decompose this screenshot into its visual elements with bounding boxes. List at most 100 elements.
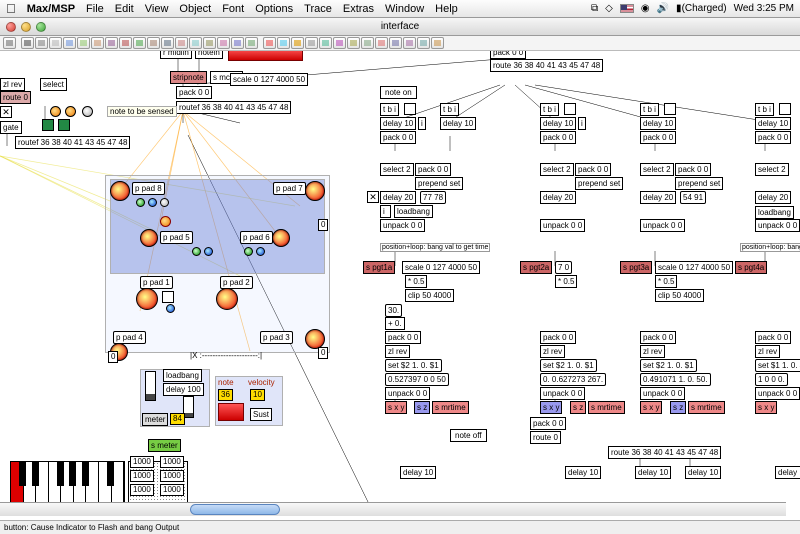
apple-menu[interactable]:  bbox=[6, 1, 16, 16]
tool-bang-icon[interactable] bbox=[63, 37, 76, 49]
pad8-i3[interactable] bbox=[160, 198, 169, 207]
c3-long[interactable]: 0.491071 1. 0. 50. bbox=[640, 373, 711, 386]
c3-set[interactable]: set $2 1. 0. $1 bbox=[640, 359, 697, 372]
pad5-i1[interactable] bbox=[192, 247, 201, 256]
window-titlebar[interactable]: interface bbox=[0, 18, 800, 36]
c3-tog[interactable] bbox=[664, 103, 676, 115]
window-close-button[interactable] bbox=[6, 22, 16, 32]
ms-n4[interactable]: 1000 bbox=[160, 470, 184, 482]
c1-unp[interactable]: unpack 0 0 bbox=[380, 219, 425, 232]
c4-delay20[interactable]: delay 20 bbox=[755, 191, 791, 204]
c4-pack[interactable]: pack 0 0 bbox=[755, 131, 791, 144]
c3-delay10[interactable]: delay 10 bbox=[640, 117, 676, 130]
pad1-i1[interactable] bbox=[166, 304, 175, 313]
noff-d5[interactable]: delay 10 bbox=[775, 466, 800, 479]
pad6-bang[interactable] bbox=[272, 229, 290, 247]
tool-scope-icon[interactable] bbox=[217, 37, 230, 49]
airport-icon[interactable]: ◇ bbox=[605, 3, 613, 14]
c1-tbi[interactable]: t b i bbox=[380, 103, 399, 116]
ms-n1[interactable]: 1000 bbox=[130, 456, 154, 468]
obj-zlrev-a[interactable]: zl rev bbox=[0, 78, 25, 91]
displays-icon[interactable]: ◉ bbox=[641, 3, 650, 14]
c2-delay10[interactable]: delay 10 bbox=[540, 117, 576, 130]
tool-swatch-icon[interactable] bbox=[417, 37, 430, 49]
pad7-label[interactable]: p pad 7 bbox=[273, 182, 306, 195]
c2-sel2[interactable]: select 2 bbox=[540, 163, 574, 176]
c2-long[interactable]: 0. 0.627273 267. bbox=[540, 373, 606, 386]
c3-tbi[interactable]: t b i bbox=[640, 103, 659, 116]
bang-3[interactable] bbox=[82, 106, 93, 117]
slider-a[interactable] bbox=[145, 371, 156, 401]
num-y1[interactable]: 0 bbox=[318, 347, 328, 359]
c1-sz[interactable]: s z bbox=[414, 401, 430, 414]
noff-d1[interactable]: delay 10 bbox=[400, 466, 436, 479]
pad6-label[interactable]: p pad 6 bbox=[240, 231, 273, 244]
c4-tog[interactable] bbox=[779, 103, 791, 115]
patcher-canvas[interactable]: r midiin notein stripnote s mcval pack 0… bbox=[0, 51, 800, 516]
input-flag[interactable] bbox=[620, 4, 634, 13]
noff-d2[interactable]: delay 10 bbox=[565, 466, 601, 479]
noff-route0[interactable]: route 0 bbox=[530, 431, 561, 444]
pad3-bang[interactable] bbox=[305, 329, 325, 349]
bluetooth-icon[interactable]: ⧉ bbox=[591, 3, 598, 14]
c2-spgt[interactable]: s pgt2a bbox=[520, 261, 552, 274]
clock[interactable]: Wed 3:25 PM bbox=[734, 3, 794, 14]
c1-lb[interactable]: loadbang bbox=[394, 205, 433, 218]
toggle-gate[interactable] bbox=[0, 106, 12, 118]
pad3-label[interactable]: p pad 3 bbox=[260, 331, 293, 344]
c1-pack2[interactable]: pack 0 0 bbox=[415, 163, 451, 176]
window-minimize-button[interactable] bbox=[21, 22, 31, 32]
tool-inspector-icon[interactable] bbox=[431, 37, 444, 49]
c2-unp[interactable]: unpack 0 0 bbox=[540, 219, 585, 232]
ms-n6[interactable]: 1000 bbox=[160, 484, 184, 496]
c2-sz[interactable]: s z bbox=[570, 401, 586, 414]
tool-pwindow-icon[interactable] bbox=[277, 37, 290, 49]
num-y0[interactable]: 0 bbox=[318, 219, 328, 231]
num-x0[interactable]: 0 bbox=[108, 351, 118, 363]
num-meter[interactable]: 84 bbox=[170, 413, 185, 425]
c1-sel2[interactable]: select 2 bbox=[380, 163, 414, 176]
tool-lock-icon[interactable] bbox=[3, 37, 16, 49]
tool-table-icon[interactable] bbox=[147, 37, 160, 49]
tool-ubutton-icon[interactable] bbox=[403, 37, 416, 49]
menu-file[interactable]: File bbox=[86, 3, 104, 15]
noff-d3[interactable]: delay 10 bbox=[635, 466, 671, 479]
obj-routef-b[interactable]: routef 36 38 40 41 43 45 47 48 bbox=[15, 136, 130, 149]
c2a-d10[interactable]: delay 10 bbox=[440, 117, 476, 130]
c1-spgt[interactable]: s pgt1a bbox=[363, 261, 395, 274]
obj-r-midiin[interactable]: r midiin bbox=[160, 51, 192, 59]
tool-gain-icon[interactable] bbox=[189, 37, 202, 49]
tool-message-icon[interactable] bbox=[35, 37, 48, 49]
kslider[interactable] bbox=[10, 461, 125, 503]
c2-tbi[interactable]: t b i bbox=[540, 103, 559, 116]
h-scroll-thumb[interactable] bbox=[190, 504, 280, 515]
tool-flonum-icon[interactable] bbox=[105, 37, 118, 49]
c3-sel2[interactable]: select 2 bbox=[640, 163, 674, 176]
c3-spgt[interactable]: s pgt3a bbox=[620, 261, 652, 274]
obj-select-a[interactable]: select bbox=[40, 78, 67, 91]
c1-delay10[interactable]: delay 10 bbox=[380, 117, 416, 130]
pad2-label[interactable]: p pad 2 bbox=[220, 276, 253, 289]
c3-clip[interactable]: clip 50 4000 bbox=[655, 289, 704, 302]
pad8-i1[interactable] bbox=[136, 198, 145, 207]
tool-radiogroup-icon[interactable] bbox=[375, 37, 388, 49]
c1-prep[interactable]: prepend set bbox=[415, 177, 463, 190]
c1-tog2[interactable] bbox=[367, 191, 379, 203]
c3-unp[interactable]: unpack 0 0 bbox=[640, 219, 685, 232]
menu-edit[interactable]: Edit bbox=[115, 3, 134, 15]
c1-i2[interactable]: i bbox=[380, 205, 391, 218]
tool-jit-icon[interactable] bbox=[263, 37, 276, 49]
window-zoom-button[interactable] bbox=[36, 22, 46, 32]
c2-pack2[interactable]: pack 0 0 bbox=[575, 163, 611, 176]
c1-plus[interactable]: + 0. bbox=[385, 317, 405, 330]
pad5-bang[interactable] bbox=[140, 229, 158, 247]
c3-zlrev[interactable]: zl rev bbox=[640, 345, 665, 358]
c1-clip[interactable]: clip 50 4000 bbox=[405, 289, 454, 302]
obj-routef-a[interactable]: routef 36 38 40 41 43 45 47 48 bbox=[176, 101, 291, 114]
c3-smr[interactable]: s mrtime bbox=[688, 401, 725, 414]
c3-vals[interactable]: 54 91 bbox=[680, 191, 706, 204]
c2-pack3[interactable]: pack 0 0 bbox=[540, 331, 576, 344]
battery-status[interactable]: ▮(Charged) bbox=[676, 3, 727, 14]
c2-delay20[interactable]: delay 20 bbox=[540, 191, 576, 204]
c1-delay20[interactable]: delay 20 bbox=[380, 191, 416, 204]
